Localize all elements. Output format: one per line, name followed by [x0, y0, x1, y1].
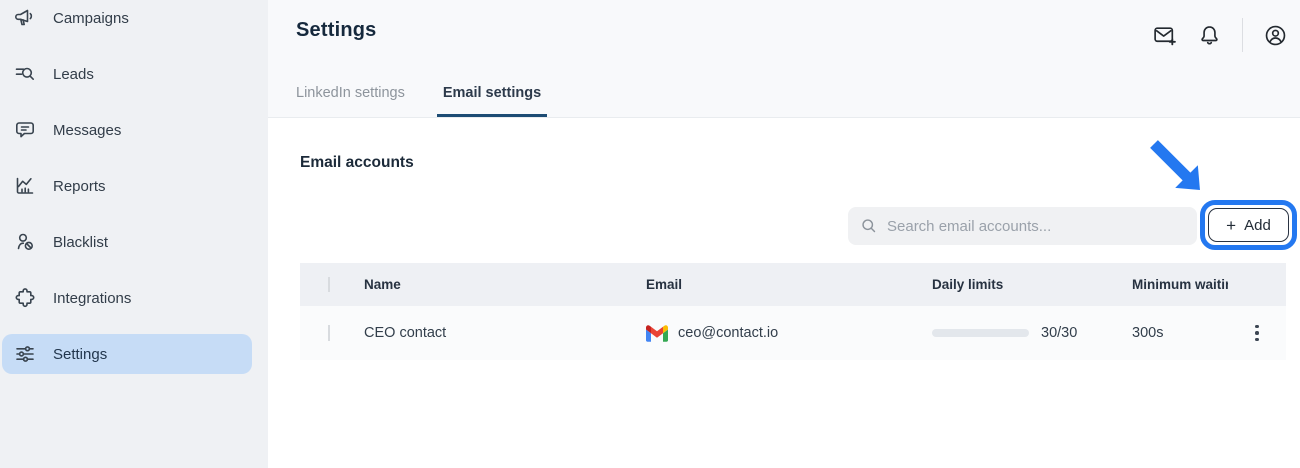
sidebar-item-reports[interactable]: Reports — [2, 166, 252, 206]
profile-icon[interactable] — [1263, 23, 1288, 48]
daily-limit-progress-bar — [932, 329, 1029, 337]
leads-search-icon — [14, 63, 36, 85]
sidebar-item-leads[interactable]: Leads — [2, 54, 252, 94]
search-input[interactable] — [887, 218, 1185, 235]
sidebar-item-campaigns[interactable]: Campaigns — [2, 0, 252, 38]
megaphone-icon — [14, 7, 36, 29]
app-window: Campaigns Leads Messages — [0, 0, 1300, 468]
column-header-daily-limits: Daily limits — [932, 277, 1132, 292]
sidebar-item-label: Leads — [53, 66, 94, 83]
column-header-name: Name — [364, 277, 646, 292]
minimum-waiting-value: 300s — [1132, 325, 1228, 341]
sidebar-item-settings[interactable]: Settings — [2, 334, 252, 374]
account-email-cell: ceo@contact.io — [646, 325, 932, 342]
row-checkbox[interactable] — [328, 325, 330, 341]
column-header-email: Email — [646, 277, 932, 292]
tab-email-settings[interactable]: Email settings — [437, 85, 547, 117]
puzzle-icon — [14, 287, 36, 309]
page-title: Settings — [296, 19, 377, 42]
chart-icon — [14, 175, 36, 197]
email-accounts-table: Name Email Daily limits Minimum waiting … — [300, 263, 1286, 360]
gmail-icon — [646, 325, 668, 342]
sidebar-item-label: Blacklist — [53, 234, 108, 251]
column-header-minimum-waiting: Minimum waiting — [1132, 277, 1228, 292]
message-bubble-icon — [14, 119, 36, 141]
daily-limits-cell: 30/30 — [932, 325, 1132, 341]
annotation-highlight-ring: + Add — [1200, 200, 1297, 250]
sliders-icon — [14, 343, 36, 365]
plus-icon: + — [1226, 217, 1236, 234]
annotation-arrow-icon — [1126, 132, 1221, 212]
page-header: Settings LinkedIn settings Email setting… — [268, 0, 1300, 118]
table-header-row: Name Email Daily limits Minimum waiting — [300, 263, 1286, 306]
account-name: CEO contact — [364, 325, 646, 341]
sidebar: Campaigns Leads Messages — [0, 0, 268, 468]
mail-plus-icon[interactable] — [1152, 23, 1177, 48]
add-button-label: Add — [1244, 217, 1271, 234]
sidebar-item-label: Campaigns — [53, 10, 129, 27]
section-title: Email accounts — [300, 154, 414, 172]
row-actions-kebab-icon[interactable] — [1243, 319, 1271, 348]
topbar-actions — [1152, 18, 1288, 52]
bell-icon[interactable] — [1197, 23, 1222, 48]
user-block-icon — [14, 231, 36, 253]
tab-linkedin-settings[interactable]: LinkedIn settings — [290, 85, 411, 117]
sidebar-item-label: Integrations — [53, 290, 131, 307]
sidebar-item-blacklist[interactable]: Blacklist — [2, 222, 252, 262]
select-all-checkbox[interactable] — [328, 277, 330, 292]
table-row: CEO contact ceo@contact.io 30/3 — [300, 306, 1286, 360]
daily-limit-value: 30/30 — [1041, 325, 1077, 341]
sidebar-item-label: Messages — [53, 122, 121, 139]
settings-tabs: LinkedIn settings Email settings — [296, 85, 547, 117]
main-panel: Settings LinkedIn settings Email setting… — [268, 0, 1300, 468]
sidebar-item-label: Settings — [53, 346, 107, 363]
search-icon — [860, 217, 878, 235]
topbar-divider — [1242, 18, 1243, 52]
sidebar-item-integrations[interactable]: Integrations — [2, 278, 252, 318]
account-email: ceo@contact.io — [678, 325, 778, 341]
sidebar-item-label: Reports — [53, 178, 106, 195]
search-box — [848, 207, 1197, 245]
sidebar-item-messages[interactable]: Messages — [2, 110, 252, 150]
add-button[interactable]: + Add — [1208, 208, 1289, 242]
